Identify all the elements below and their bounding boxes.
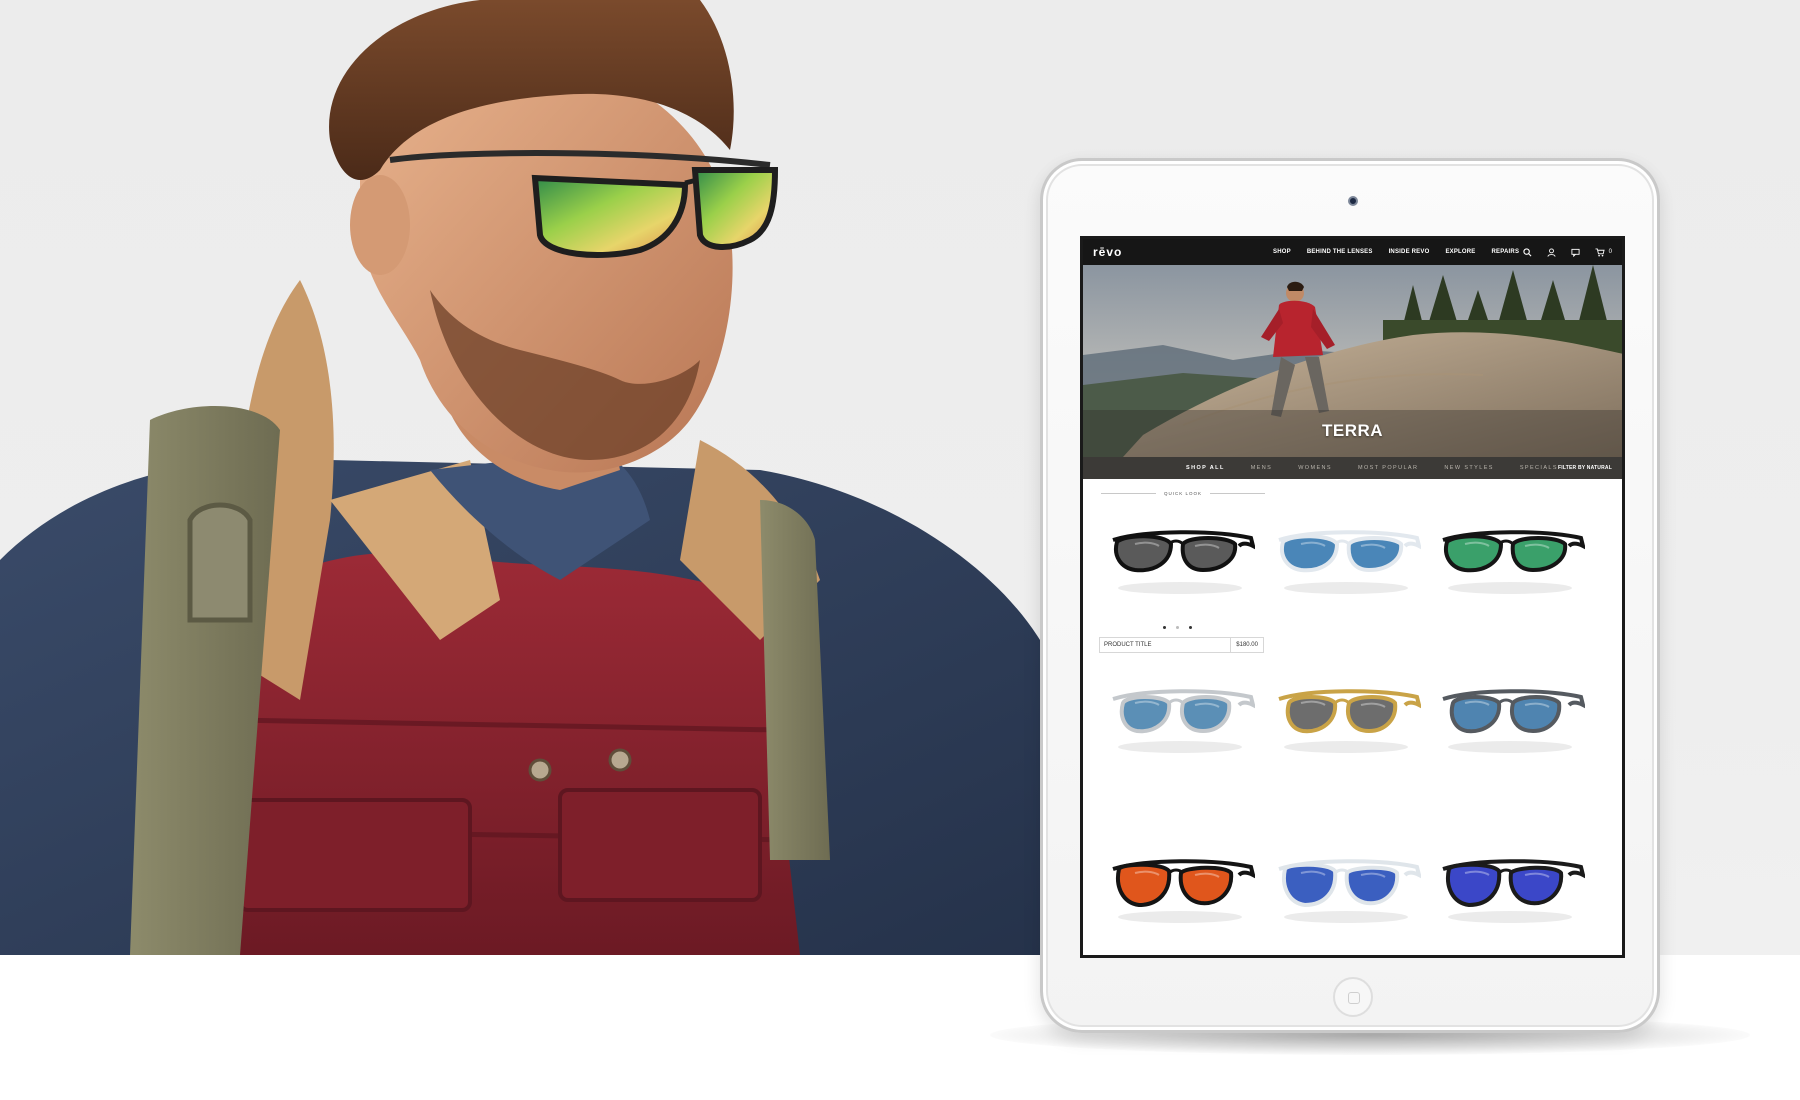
category-filter-bar: SHOP ALL MENS WOMENS MOST POPULAR NEW ST… bbox=[1083, 457, 1622, 479]
search-icon[interactable] bbox=[1523, 247, 1533, 257]
hero-model-image bbox=[0, 0, 1060, 955]
sunglasses-image bbox=[1278, 859, 1422, 923]
tab-most-popular[interactable]: MOST POPULAR bbox=[1358, 465, 1418, 471]
tab-specials[interactable]: SPECIALS bbox=[1520, 465, 1558, 471]
product-card[interactable] bbox=[1435, 681, 1586, 759]
site-logo[interactable]: rēvo bbox=[1093, 245, 1243, 259]
carousel-dot[interactable] bbox=[1176, 626, 1179, 629]
product-card[interactable] bbox=[1271, 681, 1422, 759]
nav-item-explore[interactable]: EXPLORE bbox=[1445, 249, 1475, 255]
product-info-bar[interactable]: PRODUCT TITLE $180.00 bbox=[1099, 637, 1264, 653]
product-title: PRODUCT TITLE bbox=[1104, 642, 1152, 648]
nav-item-inside-revo[interactable]: INSIDE REVO bbox=[1389, 249, 1430, 255]
sunglasses-image bbox=[1112, 689, 1256, 753]
product-card[interactable] bbox=[1435, 522, 1586, 600]
filter-tabs: SHOP ALL MENS WOMENS MOST POPULAR NEW ST… bbox=[1186, 465, 1558, 471]
sunglasses-image bbox=[1442, 530, 1586, 594]
home-button[interactable] bbox=[1333, 977, 1373, 1017]
divider bbox=[1210, 493, 1266, 494]
sunglasses-image bbox=[1442, 689, 1586, 753]
sunglasses-image bbox=[1442, 859, 1586, 923]
tablet-screen: rēvo SHOP BEHIND THE LENSES INSIDE REVO … bbox=[1080, 236, 1625, 958]
product-card[interactable] bbox=[1105, 681, 1256, 759]
carousel-dots bbox=[1163, 626, 1192, 629]
camera-icon bbox=[1348, 196, 1358, 206]
nav-item-behind-the-lenses[interactable]: BEHIND THE LENSES bbox=[1307, 249, 1373, 255]
sunglasses-image bbox=[1278, 689, 1422, 753]
carousel-dot[interactable] bbox=[1163, 626, 1166, 629]
account-icon[interactable] bbox=[1547, 247, 1557, 257]
sunglasses-image bbox=[1112, 530, 1256, 594]
tablet-device: rēvo SHOP BEHIND THE LENSES INSIDE REVO … bbox=[1040, 158, 1660, 1033]
tab-new-styles[interactable]: NEW STYLES bbox=[1444, 465, 1493, 471]
nav-item-shop[interactable]: SHOP bbox=[1273, 249, 1291, 255]
sunglasses-image bbox=[1278, 530, 1422, 594]
quick-look-text: QUICK LOOK bbox=[1164, 491, 1203, 496]
product-card[interactable] bbox=[1105, 522, 1256, 600]
filter-by-dropdown[interactable]: FILTER BY NATURAL bbox=[1558, 465, 1612, 471]
product-card[interactable] bbox=[1105, 851, 1256, 929]
nav-item-repairs[interactable]: REPAIRS bbox=[1492, 249, 1520, 255]
cart-icon[interactable] bbox=[1595, 247, 1605, 257]
product-price: $180.00 bbox=[1230, 638, 1263, 652]
tab-mens[interactable]: MENS bbox=[1251, 465, 1273, 471]
cart-count: 0 bbox=[1608, 249, 1612, 255]
chat-icon[interactable] bbox=[1571, 247, 1581, 257]
tab-womens[interactable]: WOMENS bbox=[1298, 465, 1332, 471]
product-card[interactable] bbox=[1271, 522, 1422, 600]
tab-shop-all[interactable]: SHOP ALL bbox=[1186, 465, 1225, 471]
carousel-dot[interactable] bbox=[1189, 626, 1192, 629]
product-card[interactable] bbox=[1435, 851, 1586, 929]
site-nav: rēvo SHOP BEHIND THE LENSES INSIDE REVO … bbox=[1083, 239, 1622, 265]
banner-title: TERRA bbox=[1321, 421, 1384, 440]
nav-links: SHOP BEHIND THE LENSES INSIDE REVO EXPLO… bbox=[1273, 249, 1519, 255]
hero-banner: TERRA bbox=[1083, 265, 1622, 457]
product-card[interactable] bbox=[1271, 851, 1422, 929]
divider bbox=[1101, 493, 1156, 494]
sunglasses-image bbox=[1112, 859, 1256, 923]
quick-look-label: QUICK LOOK bbox=[1101, 491, 1266, 496]
nav-icons: 0 bbox=[1523, 247, 1612, 257]
